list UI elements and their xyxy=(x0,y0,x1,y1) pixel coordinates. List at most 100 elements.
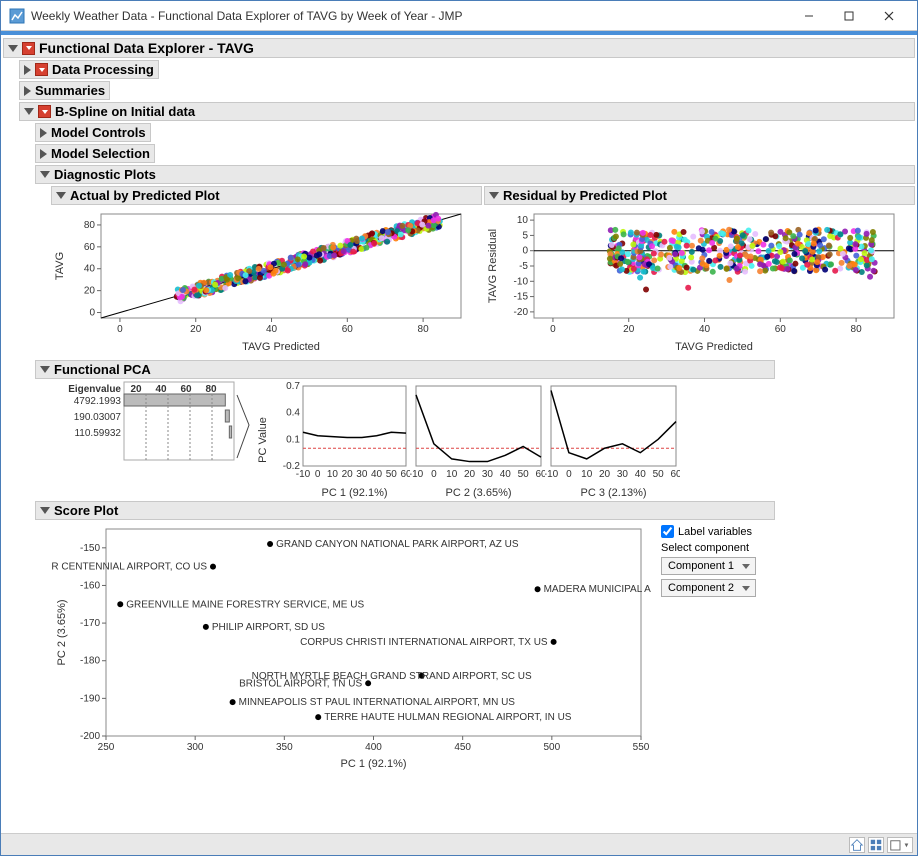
svg-text:30: 30 xyxy=(356,469,368,480)
section-functional-data-explorer[interactable]: Functional Data Explorer - TAVG xyxy=(3,38,915,58)
component-1-dropdown[interactable]: Component 1 xyxy=(661,557,756,575)
red-triangle-menu[interactable] xyxy=(38,105,51,118)
grid-icon[interactable] xyxy=(868,837,884,853)
svg-text:400: 400 xyxy=(365,742,382,753)
label-variables-checkbox[interactable] xyxy=(661,525,674,538)
svg-text:-170: -170 xyxy=(80,618,100,629)
svg-text:MINNEAPOLIS ST PAUL INTERNATIO: MINNEAPOLIS ST PAUL INTERNATIONAL AIRPOR… xyxy=(239,697,516,708)
svg-text:MADERA MUNICIPAL AIRPORT, CA U: MADERA MUNICIPAL AIRPORT, CA US xyxy=(544,584,651,595)
svg-text:TAVG Residual: TAVG Residual xyxy=(487,229,499,303)
section-diagnostic-plots[interactable]: Diagnostic Plots xyxy=(35,165,915,184)
label-variables-label: Label variables xyxy=(678,526,752,538)
component-2-dropdown[interactable]: Component 2 xyxy=(661,579,756,597)
score-plot-chart[interactable]: 250300350400450500550-200-190-180-170-16… xyxy=(51,521,651,771)
svg-text:0.7: 0.7 xyxy=(286,381,300,392)
svg-text:TERRE HAUTE HULMAN REGIONAL AI: TERRE HAUTE HULMAN REGIONAL AIRPORT, IN … xyxy=(324,712,572,723)
pc-value-axis-label: PC Value xyxy=(257,385,275,495)
section-score-plot[interactable]: Score Plot xyxy=(35,501,775,520)
svg-text:30: 30 xyxy=(482,469,494,480)
svg-text:DENVER CENTENNIAL AIRPORT, CO: DENVER CENTENNIAL AIRPORT, CO US xyxy=(51,562,207,573)
section-title: Functional PCA xyxy=(54,362,151,377)
section-actual-by-predicted[interactable]: Actual by Predicted Plot xyxy=(51,186,482,205)
section-title: Data Processing xyxy=(52,62,154,77)
maximize-button[interactable] xyxy=(829,2,869,30)
svg-text:20: 20 xyxy=(342,469,354,480)
disclosure-down-icon xyxy=(56,192,66,199)
svg-text:PHILIP AIRPORT, SD US: PHILIP AIRPORT, SD US xyxy=(212,622,325,633)
svg-text:0: 0 xyxy=(550,324,556,335)
svg-text:20: 20 xyxy=(130,384,142,395)
svg-text:0: 0 xyxy=(522,246,528,257)
section-functional-pca[interactable]: Functional PCA xyxy=(35,360,775,379)
home-icon[interactable] xyxy=(849,837,865,853)
svg-text:80: 80 xyxy=(205,384,217,395)
section-model-selection[interactable]: Model Selection xyxy=(35,144,155,163)
svg-text:40: 40 xyxy=(266,324,278,335)
pc1-chart[interactable]: 0.70.40.1-0.2-100102030405060PC 1 (92.1%… xyxy=(275,380,410,500)
app-icon xyxy=(9,8,25,24)
pc2-chart[interactable]: -100102030405060PC 2 (3.65%) xyxy=(410,380,545,500)
svg-text:-160: -160 xyxy=(80,580,100,591)
svg-text:40: 40 xyxy=(699,324,711,335)
svg-text:0.1: 0.1 xyxy=(286,434,300,445)
residual-by-predicted-chart[interactable]: 020406080-20-15-10-50510TAVG PredictedTA… xyxy=(484,206,904,356)
svg-text:20: 20 xyxy=(464,469,476,480)
select-component-label: Select component xyxy=(661,542,756,554)
svg-text:PC 2 (3.65%): PC 2 (3.65%) xyxy=(56,599,68,665)
window-title: Weekly Weather Data - Functional Data Ex… xyxy=(31,9,789,23)
disclosure-right-icon xyxy=(24,65,31,75)
svg-text:10: 10 xyxy=(517,215,529,226)
svg-text:TAVG Predicted: TAVG Predicted xyxy=(242,341,320,353)
svg-text:60: 60 xyxy=(775,324,787,335)
minimize-button[interactable] xyxy=(789,2,829,30)
svg-text:60: 60 xyxy=(342,324,354,335)
score-plot-controls: Label variables Select component Compone… xyxy=(657,521,760,601)
disclosure-down-icon xyxy=(489,192,499,199)
app-window: Weekly Weather Data - Functional Data Ex… xyxy=(0,0,918,856)
svg-text:-190: -190 xyxy=(80,693,100,704)
svg-text:-10: -10 xyxy=(514,276,529,287)
section-data-processing[interactable]: Data Processing xyxy=(19,60,159,79)
svg-text:PC 2 (3.65%): PC 2 (3.65%) xyxy=(445,487,511,499)
svg-text:450: 450 xyxy=(454,742,471,753)
red-triangle-menu[interactable] xyxy=(22,42,35,55)
svg-text:10: 10 xyxy=(446,469,458,480)
svg-text:-150: -150 xyxy=(80,543,100,554)
svg-text:5: 5 xyxy=(522,230,528,241)
svg-text:40: 40 xyxy=(635,469,647,480)
section-bspline[interactable]: B-Spline on Initial data xyxy=(19,102,915,121)
svg-text:80: 80 xyxy=(851,324,863,335)
disclosure-right-icon xyxy=(40,128,47,138)
svg-text:20: 20 xyxy=(84,286,96,297)
svg-text:20: 20 xyxy=(599,469,611,480)
close-button[interactable] xyxy=(869,2,909,30)
svg-text:60: 60 xyxy=(180,384,192,395)
svg-text:40: 40 xyxy=(84,264,96,275)
report-content: Functional Data Explorer - TAVG Data Pro… xyxy=(1,35,917,833)
disclosure-down-icon xyxy=(40,171,50,178)
svg-text:80: 80 xyxy=(418,324,430,335)
pc3-chart[interactable]: -100102030405060PC 3 (2.13%) xyxy=(545,380,680,500)
svg-text:-15: -15 xyxy=(514,292,529,303)
section-residual-by-predicted[interactable]: Residual by Predicted Plot xyxy=(484,186,915,205)
svg-text:-20: -20 xyxy=(514,307,529,318)
layout-dropdown[interactable] xyxy=(887,837,913,853)
svg-text:40: 40 xyxy=(371,469,383,480)
section-title: Summaries xyxy=(35,83,105,98)
svg-text:CORPUS CHRISTI INTERNATIONAL A: CORPUS CHRISTI INTERNATIONAL AIRPORT, TX… xyxy=(300,637,548,648)
svg-text:PC 1 (92.1%): PC 1 (92.1%) xyxy=(321,487,387,499)
section-title: Residual by Predicted Plot xyxy=(503,188,667,203)
svg-text:PC Value: PC Value xyxy=(257,417,269,463)
section-model-controls[interactable]: Model Controls xyxy=(35,123,151,142)
svg-text:60: 60 xyxy=(400,469,410,480)
red-triangle-menu[interactable] xyxy=(35,63,48,76)
svg-text:0: 0 xyxy=(117,324,123,335)
svg-text:20: 20 xyxy=(190,324,202,335)
section-summaries[interactable]: Summaries xyxy=(19,81,110,100)
section-title: Diagnostic Plots xyxy=(54,167,156,182)
actual-by-predicted-chart[interactable]: 020406080020406080TAVG PredictedTAVG xyxy=(51,206,471,356)
svg-text:500: 500 xyxy=(543,742,560,753)
svg-text:GREENVILLE MAINE FORESTRY SERV: GREENVILLE MAINE FORESTRY SERVICE, ME US xyxy=(126,599,364,610)
svg-text:0: 0 xyxy=(89,308,95,319)
svg-text:TAVG Predicted: TAVG Predicted xyxy=(675,341,753,353)
